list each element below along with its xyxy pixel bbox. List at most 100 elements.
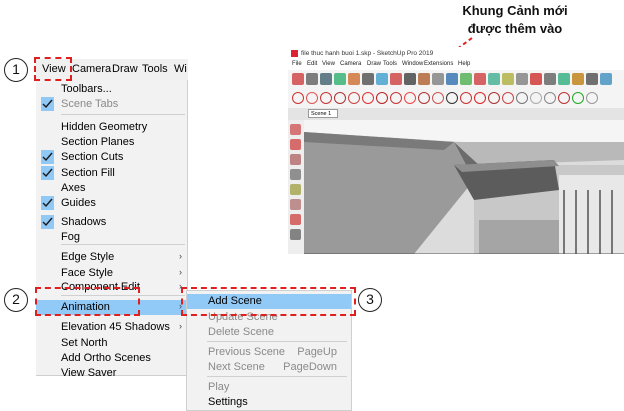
toolbar-tool-icon[interactable] [530, 73, 542, 85]
view-menu-item-shadows[interactable]: Shadows [36, 215, 188, 230]
left-tool-icon[interactable] [290, 214, 301, 225]
view-menu-item-add-ortho-scenes[interactable]: Add Ortho Scenes [36, 351, 188, 366]
toolbar-tool-icon[interactable] [446, 73, 458, 85]
view-menu-item-axes[interactable]: Axes [36, 181, 188, 196]
view-menu-item-section-planes[interactable]: Section Planes [36, 135, 188, 150]
left-tool-icon[interactable] [290, 199, 301, 210]
toolbar-tool-icon[interactable] [292, 73, 304, 85]
toolbar-tool-icon[interactable] [320, 92, 332, 104]
toolbar-tool-icon[interactable] [474, 92, 486, 104]
menu-camera[interactable]: Camera [72, 63, 111, 75]
left-tool-icon[interactable] [290, 139, 301, 150]
toolbar-tool-icon[interactable] [516, 73, 528, 85]
sketchup-menu-extensions[interactable]: Extensions [424, 61, 453, 67]
toolbar-tool-icon[interactable] [418, 73, 430, 85]
left-tool-icon[interactable] [290, 169, 301, 180]
menu-window[interactable]: Wi [174, 63, 187, 75]
toolbar-tool-icon[interactable] [530, 92, 542, 104]
toolbar-tool-icon[interactable] [488, 92, 500, 104]
view-menu-item-guides[interactable]: Guides [36, 196, 188, 211]
toolbar-tool-icon[interactable] [362, 73, 374, 85]
toolbar-tool-icon[interactable] [320, 73, 332, 85]
toolbar-tool-icon[interactable] [432, 92, 444, 104]
check-slot [41, 351, 54, 365]
sketchup-menu-help[interactable]: Help [458, 61, 470, 67]
view-menu-item-section-cuts[interactable]: Section Cuts [36, 150, 188, 165]
submenu-item-previous-scene[interactable]: Previous Scene PageUp [187, 345, 351, 360]
scene-tab[interactable]: Scene 1 [308, 109, 338, 118]
view-menu-item-set-north[interactable]: Set North [36, 336, 188, 351]
toolbar-tool-icon[interactable] [544, 73, 556, 85]
check-slot [41, 230, 54, 244]
toolbar-tool-icon[interactable] [404, 73, 416, 85]
toolbar-tool-icon[interactable] [516, 92, 528, 104]
toolbar-tool-icon[interactable] [292, 92, 304, 104]
toolbar-tool-icon[interactable] [558, 73, 570, 85]
model-viewport[interactable] [304, 120, 624, 254]
toolbar-tool-icon[interactable] [390, 92, 402, 104]
toolbar-tool-icon[interactable] [460, 92, 472, 104]
menu-item-label: Section Planes [61, 136, 135, 148]
toolbar-tool-icon[interactable] [502, 92, 514, 104]
toolbar-tool-icon[interactable] [348, 73, 360, 85]
toolbar-tool-icon[interactable] [502, 73, 514, 85]
view-menu-item-hidden-geometry[interactable]: Hidden Geometry [36, 120, 188, 135]
left-tool-icon[interactable] [290, 229, 301, 240]
view-menu-item-edge-style[interactable]: Edge Style › [36, 250, 188, 265]
toolbar-tool-icon[interactable] [460, 73, 472, 85]
sketchup-menu-file[interactable]: File [292, 61, 302, 67]
menu-item-label: Section Fill [61, 167, 115, 179]
menu-item-label: Shadows [61, 216, 107, 228]
toolbar-tool-icon[interactable] [446, 92, 458, 104]
toolbar-tool-icon[interactable] [586, 92, 598, 104]
sketchup-menu-edit[interactable]: Edit [307, 61, 317, 67]
sketchup-menu-window[interactable]: Window [402, 61, 423, 67]
toolbar-tool-icon[interactable] [376, 73, 388, 85]
menu-separator [207, 376, 347, 377]
submenu-item-next-scene[interactable]: Next Scene PageDown [187, 360, 351, 375]
toolbar-tool-icon[interactable] [600, 73, 612, 85]
view-menu-item-toolbars[interactable]: Toolbars... [36, 82, 188, 97]
toolbar-tool-icon[interactable] [362, 92, 374, 104]
menu-tools[interactable]: Tools [142, 63, 168, 75]
view-menu-item-elevation-45-shadows[interactable]: Elevation 45 Shadows › [36, 320, 188, 335]
toolbar-tool-icon[interactable] [544, 92, 556, 104]
shortcut-label: PageDown [283, 361, 337, 373]
left-tool-icon[interactable] [290, 184, 301, 195]
sketchup-logo-icon [291, 50, 298, 57]
sketchup-menu-tools[interactable]: Tools [383, 61, 397, 67]
menu-item-label: Edge Style [61, 251, 115, 263]
submenu-item-play[interactable]: Play [187, 380, 351, 395]
view-menu-item-section-fill[interactable]: Section Fill [36, 166, 188, 181]
check-slot [41, 320, 54, 334]
toolbar-tool-icon[interactable] [306, 92, 318, 104]
toolbar-tool-icon[interactable] [474, 73, 486, 85]
sketchup-menu-camera[interactable]: Camera [340, 61, 361, 67]
toolbar-tool-icon[interactable] [348, 92, 360, 104]
toolbar-tool-icon[interactable] [558, 92, 570, 104]
sketchup-menu-draw[interactable]: Draw [367, 61, 381, 67]
sketchup-menu-view[interactable]: View [322, 61, 335, 67]
toolbar-tool-icon[interactable] [390, 73, 402, 85]
left-tool-icon[interactable] [290, 124, 301, 135]
toolbar-tool-icon[interactable] [586, 73, 598, 85]
toolbar-tool-icon[interactable] [334, 92, 346, 104]
toolbar-tool-icon[interactable] [376, 92, 388, 104]
submenu-item-settings[interactable]: Settings [187, 395, 351, 410]
toolbar-tool-icon[interactable] [334, 73, 346, 85]
toolbar-tool-icon[interactable] [572, 73, 584, 85]
view-menu-item-face-style[interactable]: Face Style › [36, 266, 188, 281]
toolbar-tool-icon[interactable] [306, 73, 318, 85]
toolbar-tool-icon[interactable] [404, 92, 416, 104]
view-menu-item-fog[interactable]: Fog [36, 230, 188, 245]
menu-draw[interactable]: Draw [112, 63, 138, 75]
toolbar-tool-icon[interactable] [418, 92, 430, 104]
left-tool-icon[interactable] [290, 154, 301, 165]
toolbar-tool-icon[interactable] [488, 73, 500, 85]
view-menu-item-scene-tabs[interactable]: Scene Tabs [36, 97, 188, 112]
view-menu-item-view-saver[interactable]: View Saver [36, 366, 188, 381]
building-model [304, 120, 624, 254]
toolbar-tool-icon[interactable] [432, 73, 444, 85]
submenu-item-delete-scene[interactable]: Delete Scene [187, 325, 351, 340]
toolbar-tool-icon[interactable] [572, 92, 584, 104]
